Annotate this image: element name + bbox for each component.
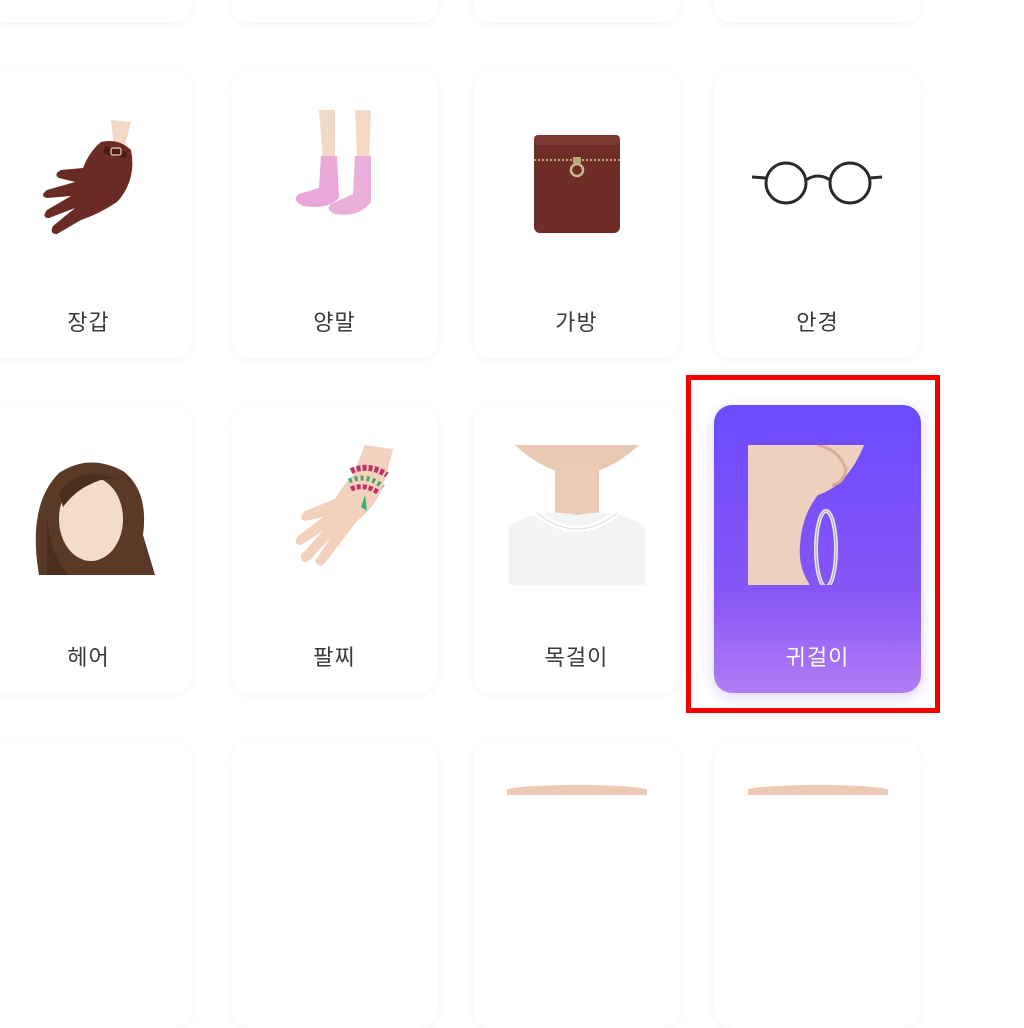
item-label: 헤어 [67,646,110,671]
accessory-card-partial-bottom-1[interactable] [0,740,192,1028]
accessory-card-partial-bottom-3[interactable] [473,740,680,1028]
accessory-card-partial-top-3[interactable] [473,0,680,23]
hair-icon [19,445,159,585]
item-label: 귀걸이 [785,646,850,671]
accessory-card-hair[interactable]: 헤어 [0,405,192,693]
bracelet-icon [265,445,405,585]
earring-icon [748,445,888,585]
accessory-card-partial-bottom-4[interactable] [714,740,921,1028]
partial-thumbnail [507,785,647,795]
accessory-card-partial-bottom-2[interactable] [231,740,438,1028]
accessory-card-glasses[interactable]: 안경 [714,70,921,358]
accessory-card-partial-top-1[interactable] [0,0,192,23]
bag-icon [507,110,647,250]
accessory-card-bracelet[interactable]: 팔찌 [231,405,438,693]
accessory-card-bag[interactable]: 가방 [473,70,680,358]
accessory-card-gloves[interactable]: 장갑 [0,70,192,358]
accessory-card-partial-top-2[interactable] [231,0,438,23]
accessory-card-partial-top-4[interactable] [714,0,921,23]
item-label: 목걸이 [544,646,609,671]
item-label: 팔찌 [313,646,356,671]
accessory-card-socks[interactable]: 양말 [231,70,438,358]
item-label: 양말 [313,311,356,336]
glove-icon [19,110,159,250]
glasses-icon [748,110,888,250]
accessory-card-earring-selected[interactable]: 귀걸이 [714,405,921,693]
item-label: 가방 [555,311,598,336]
socks-icon [265,110,405,250]
item-label: 장갑 [67,311,110,336]
necklace-icon [507,445,647,585]
partial-thumbnail [748,785,888,795]
item-label: 안경 [796,311,839,336]
accessory-card-necklace[interactable]: 목걸이 [473,405,680,693]
